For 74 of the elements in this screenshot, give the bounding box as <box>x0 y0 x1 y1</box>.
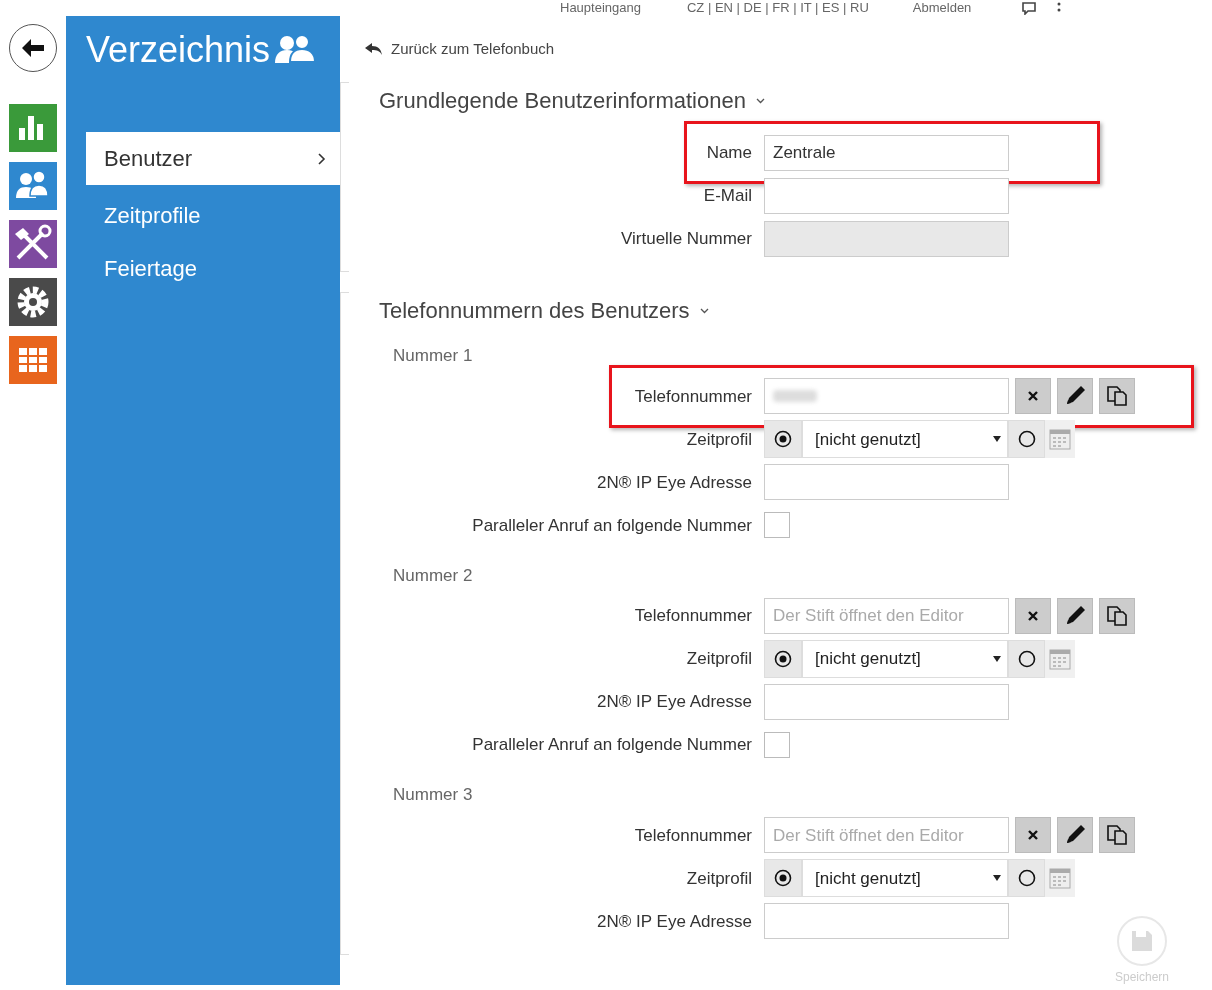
dropdown-arrow-icon <box>993 875 1001 882</box>
section-heading[interactable]: Grundlegende Benutzerinformationen <box>379 82 765 118</box>
chart-tile[interactable] <box>9 104 57 152</box>
language-switcher[interactable]: CZ | EN | DE | FR | IT | ES | RU <box>686 0 869 18</box>
sidebar-item[interactable]: Zeitprofile <box>86 189 340 242</box>
input-field[interactable]: Zentrale <box>764 134 1009 171</box>
clear-button[interactable] <box>1015 378 1051 415</box>
back-button[interactable] <box>9 24 57 72</box>
radio-button[interactable] <box>1008 420 1045 459</box>
field-label: 2N® IP Eye Adresse <box>597 910 752 933</box>
radio-button[interactable] <box>1008 639 1045 678</box>
users-tile[interactable] <box>9 162 57 210</box>
chevron-down-icon <box>699 307 709 314</box>
field-label: Paralleler Anruf an folgende Nummer <box>472 734 752 756</box>
input-field[interactable] <box>764 177 1009 214</box>
phone-field[interactable] <box>764 378 1009 415</box>
copy-icon <box>1105 823 1129 848</box>
group-title: Nummer 3 <box>393 784 473 807</box>
copy-button[interactable] <box>1099 817 1135 854</box>
top-link[interactable]: Haupteingang <box>560 0 641 18</box>
radio-button[interactable] <box>1008 859 1045 898</box>
checkbox[interactable] <box>764 731 790 758</box>
field-label: Name <box>706 142 752 164</box>
back-link[interactable]: Zurück zum Telefonbuch <box>365 38 555 61</box>
copy-button[interactable] <box>1099 597 1135 634</box>
field-label: 2N® IP Eye Adresse <box>597 471 752 494</box>
select-dropdown[interactable]: [nicht genutzt] <box>802 639 1008 678</box>
tools-tile[interactable] <box>9 220 57 268</box>
arrow-left-icon <box>20 37 46 59</box>
field-label: Paralleler Anruf an folgende Nummer <box>472 514 752 537</box>
copy-icon <box>1105 603 1129 628</box>
close-icon <box>1027 390 1039 403</box>
input-field[interactable] <box>764 683 1009 720</box>
radio-button[interactable] <box>764 859 802 898</box>
field-label: Telefonnummer <box>634 605 752 627</box>
group-title: Nummer 2 <box>393 564 473 587</box>
sidebar-item[interactable]: Feiertage <box>86 242 340 295</box>
field-label: Zeitprofil <box>686 428 752 451</box>
input-field[interactable] <box>764 464 1009 501</box>
select-dropdown[interactable]: [nicht genutzt] <box>802 859 1008 898</box>
chevron-down-icon <box>755 97 765 104</box>
chevron-right-icon <box>318 152 326 165</box>
grid-tile[interactable] <box>9 336 57 384</box>
copy-button[interactable] <box>1099 378 1135 415</box>
pencil-button[interactable] <box>1057 817 1093 854</box>
dropdown-arrow-icon <box>993 655 1001 662</box>
field-label: Virtuelle Nummer <box>621 228 752 250</box>
field-label: 2N® IP Eye Adresse <box>597 691 752 713</box>
checkbox[interactable] <box>764 512 790 539</box>
pencil-button[interactable] <box>1057 597 1093 634</box>
field-label: Zeitprofil <box>686 648 752 670</box>
field-label: Telefonnummer <box>634 385 752 408</box>
clear-button[interactable] <box>1015 817 1051 854</box>
field-label: Zeitprofil <box>686 867 752 890</box>
radio-button[interactable] <box>764 639 802 678</box>
field-label: E-Mail <box>703 185 752 207</box>
sidebar-item[interactable]: Benutzer <box>86 132 340 185</box>
section-heading[interactable]: Telefonnummern des Benutzers <box>379 292 709 328</box>
top-link[interactable]: Abmelden <box>912 0 972 18</box>
reply-icon <box>365 43 383 56</box>
copy-icon <box>1105 384 1129 409</box>
sidebar-title: Verzeichnis <box>86 28 271 72</box>
settings-tile[interactable] <box>9 278 57 326</box>
pencil-button[interactable] <box>1057 378 1093 415</box>
input-field[interactable] <box>764 903 1009 940</box>
chat-icon[interactable] <box>1021 1 1038 15</box>
close-icon <box>1027 829 1039 842</box>
clear-button[interactable] <box>1015 597 1051 634</box>
select-dropdown[interactable]: [nicht genutzt] <box>802 420 1008 459</box>
close-icon <box>1027 609 1039 622</box>
group-title: Nummer 1 <box>393 345 473 368</box>
field-label: Telefonnummer <box>634 824 752 847</box>
dropdown-arrow-icon <box>993 436 1001 443</box>
radio-button[interactable] <box>764 420 802 459</box>
